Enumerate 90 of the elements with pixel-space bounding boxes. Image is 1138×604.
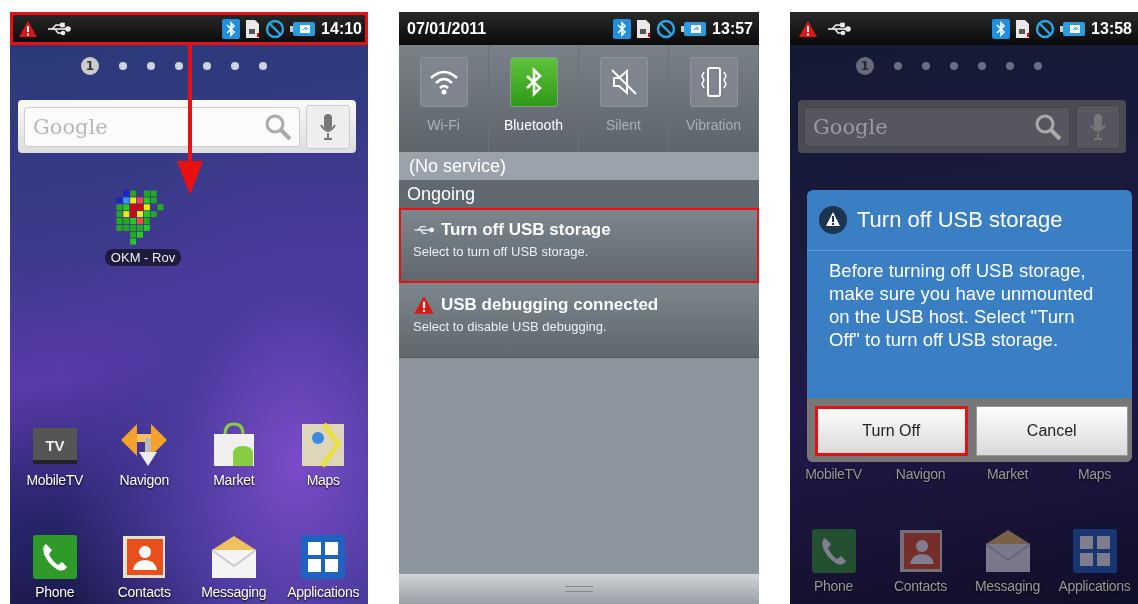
sim-card-icon — [245, 18, 261, 39]
usb-icon — [47, 21, 71, 36]
app-label[interactable]: MobileTV — [26, 472, 84, 488]
page-dot[interactable] — [950, 62, 958, 70]
page-dot[interactable] — [147, 62, 155, 70]
silent-toggle[interactable] — [599, 57, 648, 107]
status-time: 13:58 — [1091, 19, 1132, 38]
page-dot[interactable] — [231, 62, 239, 70]
page-dot[interactable] — [203, 62, 211, 70]
sim-card-icon — [1015, 18, 1031, 39]
notification-text: Select to disable USB debugging. — [413, 319, 608, 334]
page-indicator[interactable]: 1 — [81, 57, 99, 75]
bluetooth-icon — [992, 18, 1011, 39]
warning-icon — [819, 206, 847, 234]
app-label[interactable]: Market — [987, 466, 1028, 482]
app-label[interactable]: Market — [213, 472, 255, 488]
page-dot[interactable] — [978, 62, 986, 70]
search-icon — [264, 112, 292, 141]
notification[interactable]: USB debugging connected Select to disable USB debugging. — [399, 283, 759, 358]
app-label[interactable]: Phone — [814, 578, 853, 594]
page-dot[interactable] — [894, 62, 902, 70]
microphone-icon — [320, 112, 336, 141]
phone-icon[interactable] — [31, 534, 78, 580]
muted-speaker-icon — [608, 67, 639, 97]
contact-card-icon[interactable] — [121, 534, 168, 580]
status-bar[interactable]: 14:10 — [10, 12, 368, 45]
grid-icon[interactable] — [300, 534, 347, 580]
app-label[interactable]: Contacts — [894, 578, 947, 594]
notification-text: Select to turn off USB storage. — [413, 244, 590, 259]
app-label[interactable]: MobileTV — [805, 466, 862, 482]
status-time: 13:57 — [712, 19, 753, 38]
panel-handle[interactable] — [399, 574, 759, 604]
bluetooth-toggle[interactable] — [509, 57, 558, 107]
app-label[interactable]: Applications — [287, 584, 360, 600]
section-header: Ongoing — [399, 180, 759, 208]
sim-card-icon — [636, 18, 652, 39]
wifi-toggle[interactable] — [419, 57, 468, 107]
warning-icon — [18, 19, 38, 38]
app-label[interactable]: Messaging — [975, 578, 1040, 594]
notification-title: Turn off USB storage — [441, 220, 611, 240]
warning-icon — [798, 19, 818, 38]
status-time: 14:10 — [321, 19, 362, 38]
app-label[interactable]: Contacts — [117, 584, 171, 600]
page-dot[interactable] — [175, 62, 183, 70]
warning-icon — [413, 295, 435, 315]
dialog-message: Before turning off USB storage, make sure you have unmounted on the USB host. Select "Turn Off" to turn off USB storage. — [829, 259, 1095, 352]
dialog-title: Turn off USB storage — [857, 207, 1063, 233]
usb-icon — [413, 224, 435, 236]
toggle-label: Wi-Fi — [427, 117, 460, 133]
app-label[interactable]: Messaging — [201, 584, 267, 600]
shortcut-label[interactable]: OKM - Rov — [104, 249, 182, 266]
usb-icon — [827, 21, 851, 36]
status-bar[interactable]: 13:58 — [790, 12, 1138, 45]
page-dot[interactable] — [1006, 62, 1014, 70]
no-sign-icon — [1035, 18, 1056, 39]
wifi-icon — [428, 68, 459, 96]
app-label[interactable]: Navigon — [895, 466, 946, 482]
dialog-button[interactable]: Turn Off — [815, 406, 968, 456]
notification-title: USB debugging connected — [441, 295, 659, 315]
map-icon[interactable] — [300, 422, 347, 468]
carrier-label: (No service) — [399, 152, 759, 180]
app-label[interactable]: Navigon — [119, 472, 169, 488]
no-sign-icon — [656, 18, 677, 39]
page-dot[interactable] — [922, 62, 930, 70]
vibrating-phone-icon — [698, 66, 729, 98]
dialog-button[interactable]: Cancel — [975, 406, 1128, 456]
app-label[interactable]: Applications — [1058, 578, 1131, 594]
grid-icon[interactable] — [1071, 528, 1118, 574]
bluetooth-icon — [222, 18, 241, 39]
search-field[interactable]: Google — [804, 106, 1070, 147]
battery-icon — [290, 20, 317, 37]
no-sign-icon — [265, 18, 286, 39]
page-dot[interactable] — [119, 62, 127, 70]
search-icon — [1034, 112, 1062, 141]
vibration-toggle[interactable] — [689, 57, 738, 107]
page-dot[interactable] — [259, 62, 267, 70]
toggle-label: Vibration — [686, 117, 741, 133]
page-dot[interactable] — [1034, 62, 1042, 70]
status-date: 07/01/2011 — [407, 19, 487, 38]
battery-icon — [681, 20, 708, 37]
toggle-label: Silent — [606, 117, 641, 133]
microphone-icon — [1090, 112, 1106, 141]
notification[interactable]: Turn off USB storage Select to turn off USB storage. — [399, 208, 759, 283]
toggle-label: Bluetooth — [503, 117, 564, 133]
bluetooth-icon — [613, 18, 632, 39]
status-bar[interactable]: 07/01/2011 13:57 — [399, 12, 759, 45]
app-label[interactable]: Phone — [35, 584, 75, 600]
battery-icon — [1060, 20, 1087, 37]
app-label[interactable]: Maps — [306, 472, 340, 488]
app-label[interactable]: Maps — [1077, 466, 1111, 482]
